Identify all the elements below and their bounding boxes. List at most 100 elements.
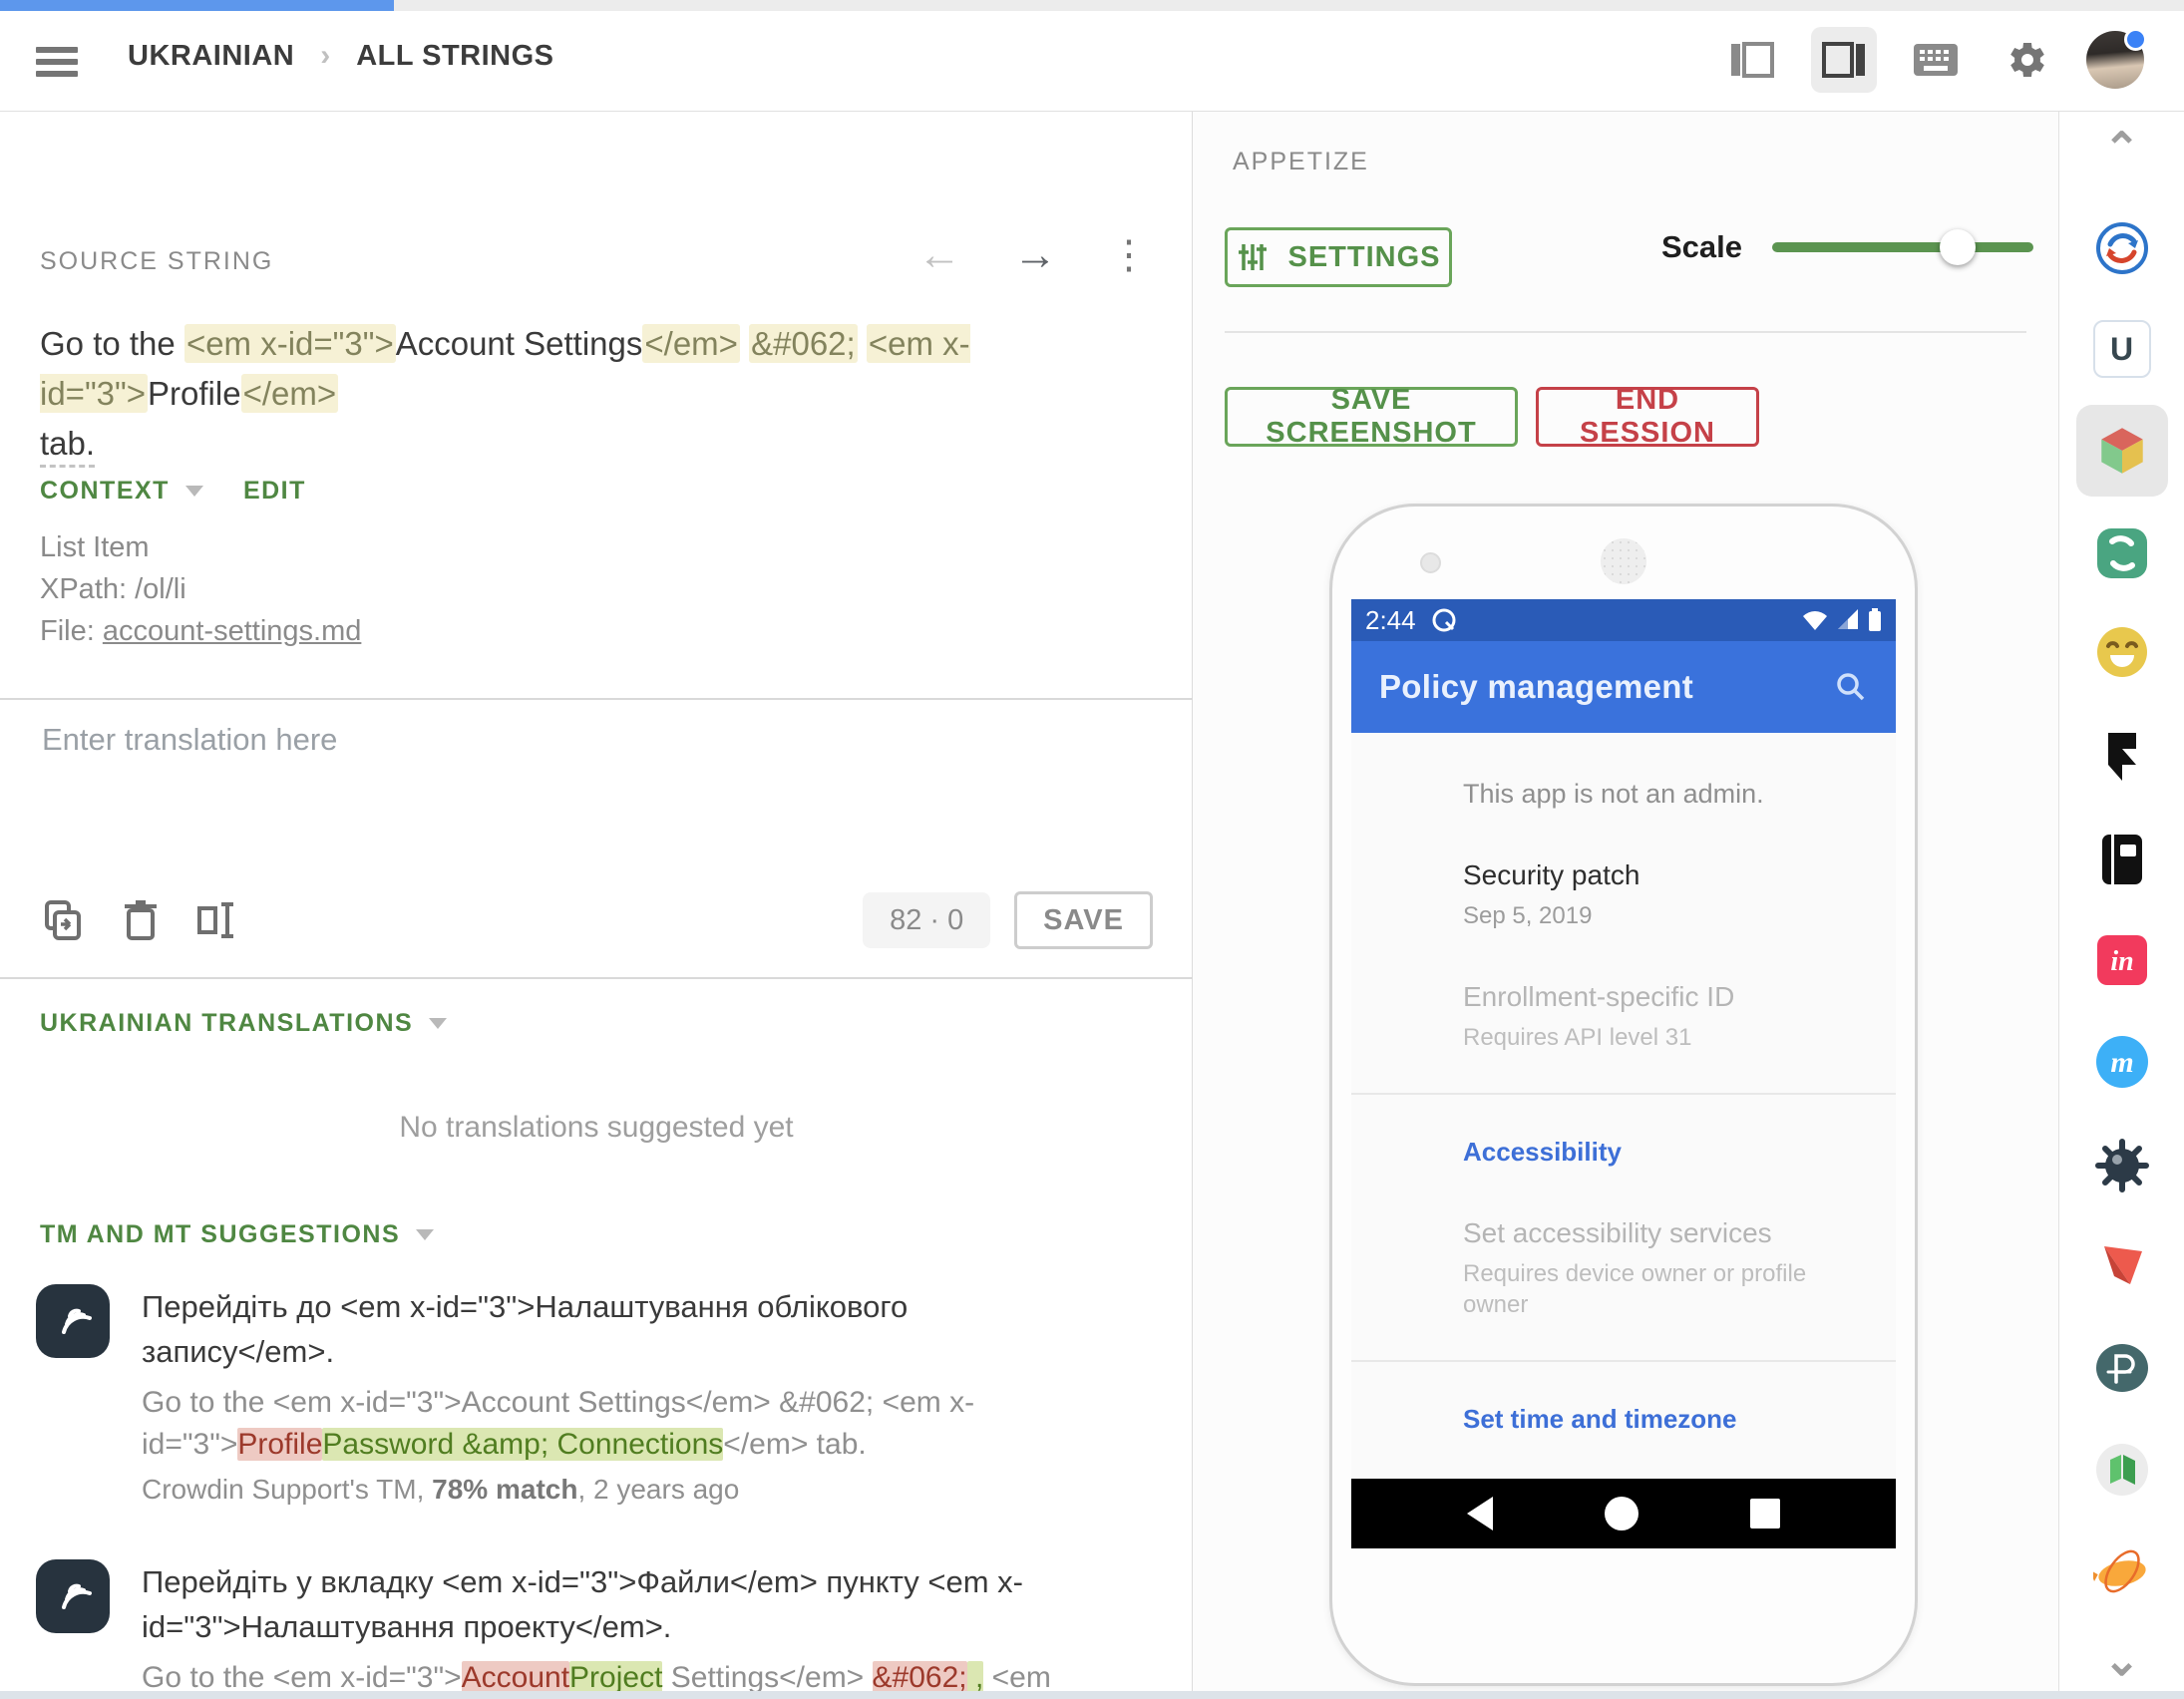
crowdin-editor: UKRAINIAN › ALL STRINGS SOURCE STRING ← …: [0, 0, 2184, 1699]
list-divider: [1351, 1093, 1896, 1095]
medium-icon[interactable]: [2074, 1422, 2170, 1518]
suggestion-meta: Crowdin Support's TM, 78% match, 2 years…: [142, 1474, 1149, 1506]
translation-input[interactable]: [40, 720, 1151, 863]
sync-icon[interactable]: [2074, 200, 2170, 296]
context-xpath: XPath: /ol/li: [40, 568, 361, 610]
context-edit-button[interactable]: EDIT: [243, 477, 306, 506]
back-icon[interactable]: [1467, 1497, 1493, 1530]
end-session-button[interactable]: END SESSION: [1536, 387, 1759, 447]
context-toggle[interactable]: CONTEXT: [40, 477, 203, 506]
navigation-bar: [1351, 1479, 1896, 1548]
clear-text-icon[interactable]: [195, 897, 241, 943]
wifi-icon: [1802, 609, 1828, 631]
no-translations-message: No translations suggested yet: [0, 1111, 1193, 1145]
policy-item[interactable]: Set accessibility services Requires devic…: [1463, 1215, 1862, 1320]
smiley-icon[interactable]: [2074, 604, 2170, 700]
policy-list: This app is not an admin.Security patchS…: [1351, 733, 1896, 1548]
collapse-up-icon[interactable]: ⌃: [2074, 102, 2170, 197]
policy-item-subtitle: Requires API level 31: [1463, 1022, 1862, 1053]
capture-icon[interactable]: [2074, 506, 2170, 601]
battery-icon: [1868, 608, 1882, 632]
save-screenshot-button[interactable]: SAVE SCREENSHOT: [1225, 387, 1518, 447]
scale-slider[interactable]: [1772, 242, 2033, 252]
next-string-icon[interactable]: →: [1013, 233, 1057, 277]
section-header[interactable]: Set time and timezone: [1463, 1404, 1862, 1435]
breadcrumb: UKRAINIAN › ALL STRINGS: [128, 39, 554, 73]
avatar[interactable]: [2086, 31, 2144, 89]
policy-item[interactable]: Enrollment-specific ID Requires API level…: [1463, 979, 1862, 1053]
policy-item-title: Set accessibility services: [1463, 1215, 1862, 1251]
policy-item-title: Security patch: [1463, 857, 1862, 893]
flag-icon[interactable]: [2074, 1216, 2170, 1312]
previous-string-icon[interactable]: ←: [917, 233, 961, 277]
home-icon[interactable]: [1605, 1497, 1638, 1530]
policy-item[interactable]: Security patchSep 5, 2019: [1463, 857, 1862, 931]
svg-text:in: in: [2110, 946, 2133, 977]
header: UKRAINIAN › ALL STRINGS: [0, 11, 2184, 112]
search-icon[interactable]: [1834, 670, 1868, 704]
recents-icon[interactable]: [1750, 1499, 1780, 1529]
sliders-icon: [1236, 240, 1270, 274]
char-word-counter: 82 · 0: [863, 892, 990, 948]
chevron-down-icon: [185, 486, 203, 497]
crowdin-tm-icon: [36, 1559, 110, 1633]
delete-icon[interactable]: [118, 897, 164, 943]
breadcrumb-strings[interactable]: ALL STRINGS: [356, 40, 553, 73]
panel-left-layout-icon[interactable]: [1719, 27, 1785, 93]
appetize-settings-button[interactable]: SETTINGS: [1225, 227, 1452, 287]
appetize-label: APPETIZE: [1233, 148, 1369, 176]
more-options-icon[interactable]: ⋮: [1109, 233, 1149, 277]
context-file: File: account-settings.md: [40, 610, 361, 652]
page-bottom-edge: [0, 1691, 2184, 1699]
tm-suggestion[interactable]: Перейдіть у вкладку <em x-id="3">Файли</…: [36, 1559, 1149, 1699]
context-file-link[interactable]: account-settings.md: [103, 615, 362, 647]
svg-text:m: m: [2110, 1046, 2133, 1079]
camera-dot: [1420, 552, 1441, 573]
zeplin-icon[interactable]: [2074, 1523, 2170, 1618]
cell-signal-icon: [1836, 609, 1860, 631]
gear-icon[interactable]: [1995, 27, 2060, 93]
context-type: List Item: [40, 526, 361, 568]
chevron-down-icon: [429, 1018, 447, 1029]
policy-item-subtitle: Requires device owner or profile owner: [1463, 1258, 1862, 1320]
menu-icon[interactable]: [36, 41, 78, 81]
app-bar: Policy management: [1351, 641, 1896, 733]
tm-suggestions-header[interactable]: TM AND MT SUGGESTIONS: [40, 1220, 434, 1249]
keyboard-icon[interactable]: [1903, 27, 1969, 93]
suggestion-target-text: Перейдіть у вкладку <em x-id="3">Файли</…: [142, 1559, 1149, 1649]
divider: [1225, 331, 2026, 333]
u-app-icon[interactable]: U: [2074, 301, 2170, 397]
suggestion-source-diff: Go to the <em x-id="3">Account Settings<…: [142, 1382, 1149, 1466]
scale-slider-thumb[interactable]: [1940, 229, 1976, 265]
admin-note: This app is not an admin.: [1463, 779, 1862, 810]
mine-icon[interactable]: [2074, 1118, 2170, 1213]
app-title: Policy management: [1379, 668, 1693, 706]
emulator-screen[interactable]: 2:44 Policy management This app is not a…: [1351, 599, 1896, 1548]
save-button[interactable]: SAVE: [1014, 891, 1153, 949]
source-string-text: Go to the <em x-id="3">Account Settings<…: [40, 319, 1162, 469]
book-icon[interactable]: [2074, 812, 2170, 907]
tm-suggestion[interactable]: Перейдіть до <em x-id="3">Налаштування о…: [36, 1284, 1149, 1506]
ukrainian-translations-header[interactable]: UKRAINIAN TRANSLATIONS: [40, 1009, 447, 1038]
panel-right-layout-icon[interactable]: [1811, 27, 1877, 93]
speaker-grill: [1601, 538, 1646, 584]
crowdin-tm-icon: [36, 1284, 110, 1358]
integrations-rail: ⌃ U in m: [2058, 112, 2184, 1699]
appetize-cube-icon[interactable]: [2076, 405, 2168, 497]
android-q-icon: [1430, 606, 1458, 634]
section-header[interactable]: Accessibility: [1463, 1137, 1862, 1168]
p-coin-icon[interactable]: [2074, 1320, 2170, 1416]
list-divider: [1351, 1360, 1896, 1362]
policy-item-title: Enrollment-specific ID: [1463, 979, 1862, 1015]
device-emulator: 2:44 Policy management This app is not a…: [1329, 504, 1918, 1686]
scale-label: Scale: [1661, 229, 1742, 265]
breadcrumb-language[interactable]: UKRAINIAN: [128, 40, 294, 73]
collapse-down-icon[interactable]: ⌄: [2074, 1613, 2170, 1699]
context-info: List Item XPath: /ol/li File: account-se…: [40, 526, 361, 652]
invision-icon[interactable]: in: [2074, 912, 2170, 1008]
marvel-icon[interactable]: m: [2074, 1014, 2170, 1110]
framer-icon[interactable]: [2074, 710, 2170, 806]
chevron-down-icon: [416, 1229, 434, 1240]
copy-source-icon[interactable]: [40, 897, 86, 943]
appetize-panel: APPETIZE SETTINGS Scale SAVE SCREENSHOT …: [1193, 112, 2058, 1691]
